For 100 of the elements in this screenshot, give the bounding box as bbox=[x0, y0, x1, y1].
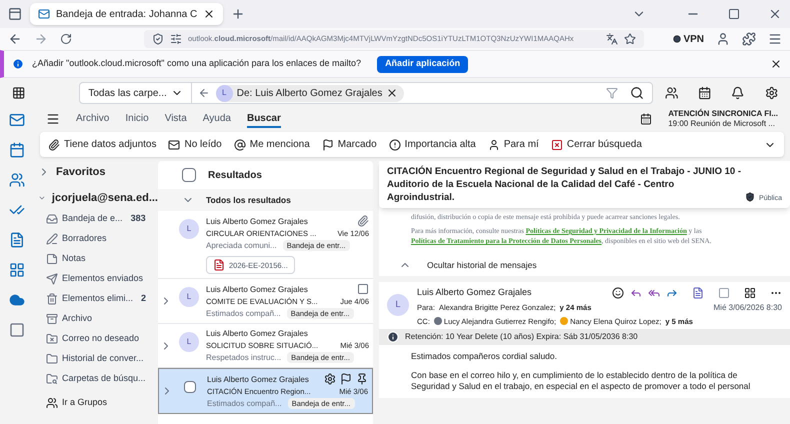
close-icon bbox=[550, 138, 563, 150]
paperclip-icon bbox=[48, 138, 60, 150]
menu-icon[interactable] bbox=[768, 32, 782, 46]
avatar: L bbox=[179, 219, 199, 239]
close-icon[interactable] bbox=[768, 7, 782, 21]
filter-button[interactable]: Marcado bbox=[322, 137, 377, 152]
browser-tab[interactable]: Bandeja de entrada: Johanna C bbox=[30, 3, 224, 25]
close-icon[interactable] bbox=[203, 8, 216, 20]
shield-icon bbox=[745, 192, 756, 202]
envelope-icon bbox=[168, 138, 180, 150]
cloud-icon[interactable] bbox=[9, 292, 25, 308]
folder-label: Correo no deseado bbox=[62, 332, 140, 346]
list-title: Resultados bbox=[208, 168, 262, 182]
new-tab-icon[interactable] bbox=[231, 7, 246, 21]
settings-icon[interactable] bbox=[324, 373, 336, 385]
teams-icon[interactable] bbox=[664, 86, 678, 100]
filter-button[interactable]: Importancia alta bbox=[388, 137, 476, 152]
tab-title: Bandeja de entrada: Johanna C bbox=[56, 8, 198, 22]
account-icon[interactable] bbox=[716, 32, 730, 46]
group-header[interactable]: Todos los resultados bbox=[158, 189, 373, 211]
people-icon[interactable] bbox=[9, 172, 25, 188]
folder-label: Elementos elimi... bbox=[62, 292, 134, 306]
search-box[interactable]: Todas las carpe... L De: Luis Alberto Gomez Grajales bbox=[79, 82, 653, 104]
reminder-title[interactable]: ATENCIÓN SINCRONICA FI... bbox=[668, 109, 778, 119]
flag-icon[interactable] bbox=[340, 373, 352, 385]
folder-label: Borradores bbox=[62, 232, 107, 246]
inbox-icon bbox=[46, 213, 58, 225]
settings-icon[interactable] bbox=[764, 86, 778, 100]
message-preview: Estimados compañ... bbox=[207, 398, 282, 409]
paperclip-icon bbox=[357, 215, 369, 227]
ribbon-tab[interactable]: Archivo bbox=[76, 110, 110, 128]
scope-dropdown[interactable]: Todas las carpe... bbox=[80, 83, 192, 103]
back-icon[interactable] bbox=[198, 87, 210, 99]
folder-item[interactable]: Archivo bbox=[38, 309, 158, 329]
info-icon bbox=[387, 330, 399, 343]
app-icon[interactable] bbox=[9, 322, 25, 338]
close-icon[interactable] bbox=[770, 58, 782, 70]
folder-search-icon bbox=[46, 373, 58, 385]
hide-history-link[interactable]: Ocultar historial de mensajes bbox=[427, 258, 537, 272]
groups-link[interactable]: Ir a Grupos bbox=[38, 393, 158, 413]
document-icon[interactable] bbox=[9, 232, 25, 248]
account-header[interactable]: jcorjuela@sena.ed... bbox=[52, 190, 158, 206]
folder-item[interactable]: Historial de conver... bbox=[38, 349, 158, 369]
folder-item[interactable]: Bandeja de e... 383 bbox=[38, 209, 158, 229]
back-icon[interactable] bbox=[8, 32, 22, 46]
message-date: Mié 3/06/2026 8:30 bbox=[714, 302, 782, 314]
bell-icon[interactable] bbox=[731, 86, 745, 100]
retention-text: Retención: 10 Year Delete (10 años) Expira: Sáb 31/05/2036 8:30 bbox=[405, 330, 638, 343]
translate-icon[interactable] bbox=[606, 33, 618, 45]
ribbon-tab[interactable]: Ayuda bbox=[202, 110, 231, 128]
folder-item[interactable]: Notas bbox=[38, 249, 158, 269]
avatar: L bbox=[179, 287, 199, 307]
trash-icon bbox=[46, 293, 58, 305]
folder-item[interactable]: Carpetas de búsqu... bbox=[38, 369, 158, 389]
star-icon[interactable] bbox=[624, 33, 636, 45]
restore-icon[interactable] bbox=[728, 8, 740, 20]
reload-icon[interactable] bbox=[60, 33, 72, 45]
body-paragraph: Estimados compañeros cordial saludo. bbox=[411, 350, 558, 362]
folder-item[interactable]: Borradores bbox=[38, 229, 158, 249]
pin-icon[interactable] bbox=[356, 373, 368, 385]
ribbon-tab[interactable]: Vista bbox=[164, 110, 187, 128]
smiley-icon[interactable] bbox=[612, 286, 624, 299]
folder-item[interactable]: Correo no deseado bbox=[38, 329, 158, 349]
filter-button[interactable]: Para mí bbox=[488, 137, 539, 152]
unread-count: 2 bbox=[141, 292, 146, 306]
filter-button[interactable]: Tiene datos adjuntos bbox=[48, 137, 156, 152]
folder-item[interactable]: Elementos elimi... 2 bbox=[38, 289, 158, 309]
sender-name: Luis Alberto Gomez Grajales bbox=[417, 286, 532, 299]
apps-icon[interactable] bbox=[744, 286, 756, 299]
ribbon-tab[interactable]: Inicio bbox=[125, 110, 149, 128]
search-chip[interactable]: L De: Luis Alberto Gomez Grajales bbox=[216, 84, 404, 102]
ribbon-tab[interactable]: Buscar bbox=[246, 110, 281, 128]
mail-icon[interactable] bbox=[9, 112, 25, 128]
folder-item[interactable]: Elementos enviados bbox=[38, 269, 158, 289]
select-all-checkbox[interactable] bbox=[182, 168, 196, 182]
close-icon[interactable] bbox=[386, 87, 398, 99]
app-icon[interactable] bbox=[718, 286, 730, 299]
at-sign-icon bbox=[234, 138, 246, 150]
email-subject: CITACIÓN Encuentro Regional de Seguridad y Salud en el Trabajo - JUNIO 10 - Auditorio de la Escuela Nacional de la Calidad del Café - Centro Agroindustrial. bbox=[387, 165, 742, 204]
filter-button[interactable]: Cerrar búsqueda bbox=[550, 137, 642, 152]
message-preview: Apreciada comuni... bbox=[206, 240, 277, 251]
app-launcher-icon[interactable] bbox=[12, 86, 26, 100]
menu-icon[interactable] bbox=[46, 112, 60, 126]
add-app-button[interactable]: Añadir aplicación bbox=[377, 56, 468, 72]
person-icon bbox=[488, 138, 500, 150]
document-icon[interactable] bbox=[692, 286, 704, 299]
extensions-icon[interactable] bbox=[742, 32, 756, 46]
filter-button[interactable]: No leído bbox=[168, 137, 222, 152]
tab-list-icon[interactable] bbox=[8, 7, 22, 21]
unread-count: 383 bbox=[130, 212, 146, 226]
filter-icon[interactable] bbox=[606, 87, 618, 99]
filter-button[interactable]: Me menciona bbox=[234, 137, 310, 152]
notification-text: ¿Añadir "outlook.cloud.microsoft" como una aplicación para los enlaces de mailto? bbox=[32, 57, 362, 70]
info-icon bbox=[12, 58, 24, 70]
search-icon[interactable] bbox=[630, 86, 644, 100]
vpn-button[interactable]: VPN bbox=[683, 32, 704, 46]
exclamation-icon bbox=[388, 138, 401, 150]
message-checkbox[interactable] bbox=[184, 381, 196, 393]
favorites-header[interactable]: Favoritos bbox=[56, 164, 106, 180]
send-icon bbox=[46, 273, 58, 285]
